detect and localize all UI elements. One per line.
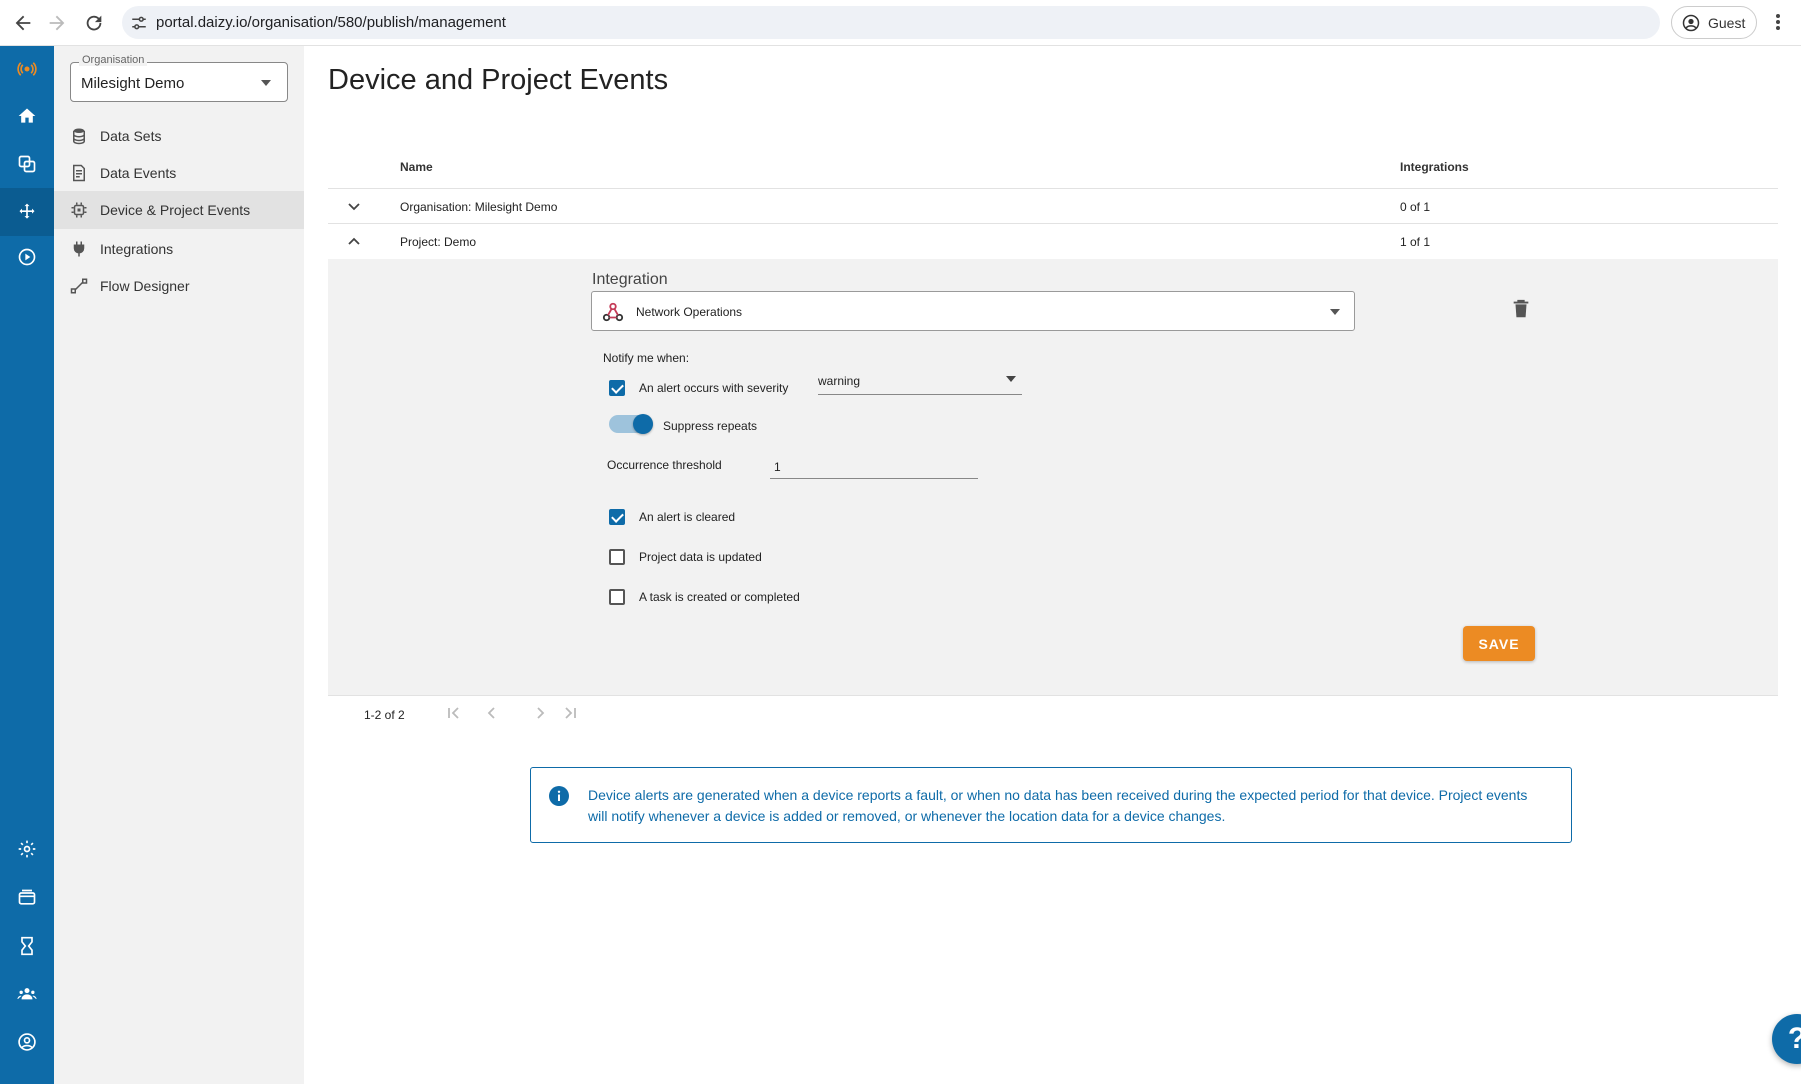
users-icon[interactable]: [13, 980, 41, 1008]
integration-label: Integration: [592, 271, 668, 288]
url-text: portal.daizy.io/organisation/580/publish…: [156, 14, 506, 31]
sidebar-item-label: Device & Project Events: [100, 202, 251, 218]
suppress-repeats-label: Suppress repeats: [663, 419, 758, 433]
row-name: Project: Demo: [400, 235, 477, 249]
sidebar-item-data-events[interactable]: Data Events: [54, 154, 304, 192]
devices-icon[interactable]: [13, 150, 41, 178]
row-integrations: 0 of 1: [1400, 200, 1431, 214]
info-alert: Device alerts are generated when a devic…: [530, 767, 1572, 843]
occurrence-threshold-input[interactable]: [770, 451, 978, 479]
play-icon[interactable]: [13, 243, 41, 271]
info-text: Device alerts are generated when a devic…: [588, 787, 1528, 824]
flow-icon: [70, 277, 88, 295]
page-title: Device and Project Events: [328, 64, 669, 96]
organisation-legend: Organisation: [79, 54, 148, 66]
address-bar[interactable]: portal.daizy.io/organisation/580/publish…: [122, 6, 1660, 39]
severity-value: warning: [818, 374, 861, 388]
toggle-knob: [633, 414, 653, 434]
logo-icon[interactable]: [13, 55, 41, 83]
profile-label: Guest: [1708, 15, 1746, 31]
organisation-select[interactable]: Organisation Milesight Demo: [70, 54, 288, 102]
sidebar-item-flow-designer[interactable]: Flow Designer: [54, 267, 304, 305]
integration-value: Network Operations: [636, 305, 743, 319]
sidebar: Organisation Milesight Demo Data Sets Da…: [54, 46, 304, 1084]
severity-select[interactable]: warning: [818, 369, 1022, 395]
table-row[interactable]: Project: Demo 1 of 1: [328, 223, 1778, 258]
publish-icon[interactable]: [0, 188, 54, 236]
app-rail: [0, 46, 54, 1084]
occurrence-threshold-label: Occurrence threshold: [607, 458, 722, 472]
site-settings-icon[interactable]: [130, 14, 148, 32]
back-icon[interactable]: [12, 12, 34, 34]
sidebar-item-label: Integrations: [100, 241, 174, 257]
main-content: Device and Project Events Name Integrati…: [304, 46, 1801, 1084]
expanded-row-panel: Integration Network Operations Notify me…: [328, 259, 1778, 695]
row-integrations: 1 of 1: [1400, 235, 1431, 249]
browser-menu-icon[interactable]: [1768, 10, 1788, 34]
integration-select[interactable]: Network Operations: [591, 291, 1355, 331]
forward-icon[interactable]: [46, 12, 68, 34]
alert-cleared-label: An alert is cleared: [639, 510, 736, 524]
alert-cleared-checkbox[interactable]: [609, 509, 625, 525]
webhook-icon: [602, 301, 624, 323]
sidebar-item-label: Data Sets: [100, 128, 162, 144]
page-count: 1-2 of 2: [364, 708, 405, 722]
suppress-repeats-toggle[interactable]: [609, 414, 653, 434]
profile-icon: [1682, 14, 1700, 32]
column-header-integrations[interactable]: Integrations: [1400, 160, 1469, 174]
database-icon: [70, 127, 88, 145]
task-created-label: A task is created or completed: [639, 590, 800, 604]
sidebar-item-integrations[interactable]: Integrations: [54, 230, 304, 268]
hourglass-icon[interactable]: [13, 932, 41, 960]
alert-severity-checkbox[interactable]: [609, 380, 625, 396]
profile-button[interactable]: Guest: [1671, 6, 1757, 39]
project-updated-checkbox[interactable]: [609, 549, 625, 565]
chevron-down-icon: [1330, 309, 1340, 315]
home-icon[interactable]: [13, 102, 41, 130]
account-icon[interactable]: [13, 1028, 41, 1056]
prev-page-icon[interactable]: [484, 705, 500, 721]
info-icon: [549, 786, 569, 806]
cpu-icon: [70, 201, 88, 219]
alert-severity-label: An alert occurs with severity: [639, 381, 789, 395]
organisation-value: Milesight Demo: [81, 75, 185, 92]
notify-label: Notify me when:: [603, 351, 690, 365]
row-name: Organisation: Milesight Demo: [400, 200, 558, 214]
project-updated-label: Project data is updated: [639, 550, 762, 564]
document-icon: [70, 164, 88, 182]
sidebar-item-label: Flow Designer: [100, 278, 190, 294]
chevron-up-icon[interactable]: [346, 233, 362, 249]
reload-icon[interactable]: [83, 12, 105, 34]
pagination: 1-2 of 2: [328, 695, 1778, 731]
plug-icon: [70, 240, 88, 258]
last-page-icon[interactable]: [562, 705, 578, 721]
chevron-down-icon: [261, 80, 271, 86]
task-created-checkbox[interactable]: [609, 589, 625, 605]
billing-icon[interactable]: [13, 884, 41, 912]
settings-icon[interactable]: [13, 835, 41, 863]
sidebar-item-device-project-events[interactable]: Device & Project Events: [54, 191, 304, 229]
next-page-icon[interactable]: [532, 705, 548, 721]
sidebar-item-data-sets[interactable]: Data Sets: [54, 117, 304, 155]
delete-icon[interactable]: [1510, 297, 1532, 321]
chevron-down-icon: [1006, 376, 1016, 382]
table-row[interactable]: Organisation: Milesight Demo 0 of 1: [328, 188, 1778, 223]
column-header-name[interactable]: Name: [400, 160, 433, 174]
sidebar-item-label: Data Events: [100, 165, 177, 181]
chevron-down-icon[interactable]: [346, 198, 362, 214]
first-page-icon[interactable]: [446, 705, 462, 721]
browser-toolbar: portal.daizy.io/organisation/580/publish…: [0, 0, 1801, 46]
save-button[interactable]: SAVE: [1463, 626, 1535, 661]
